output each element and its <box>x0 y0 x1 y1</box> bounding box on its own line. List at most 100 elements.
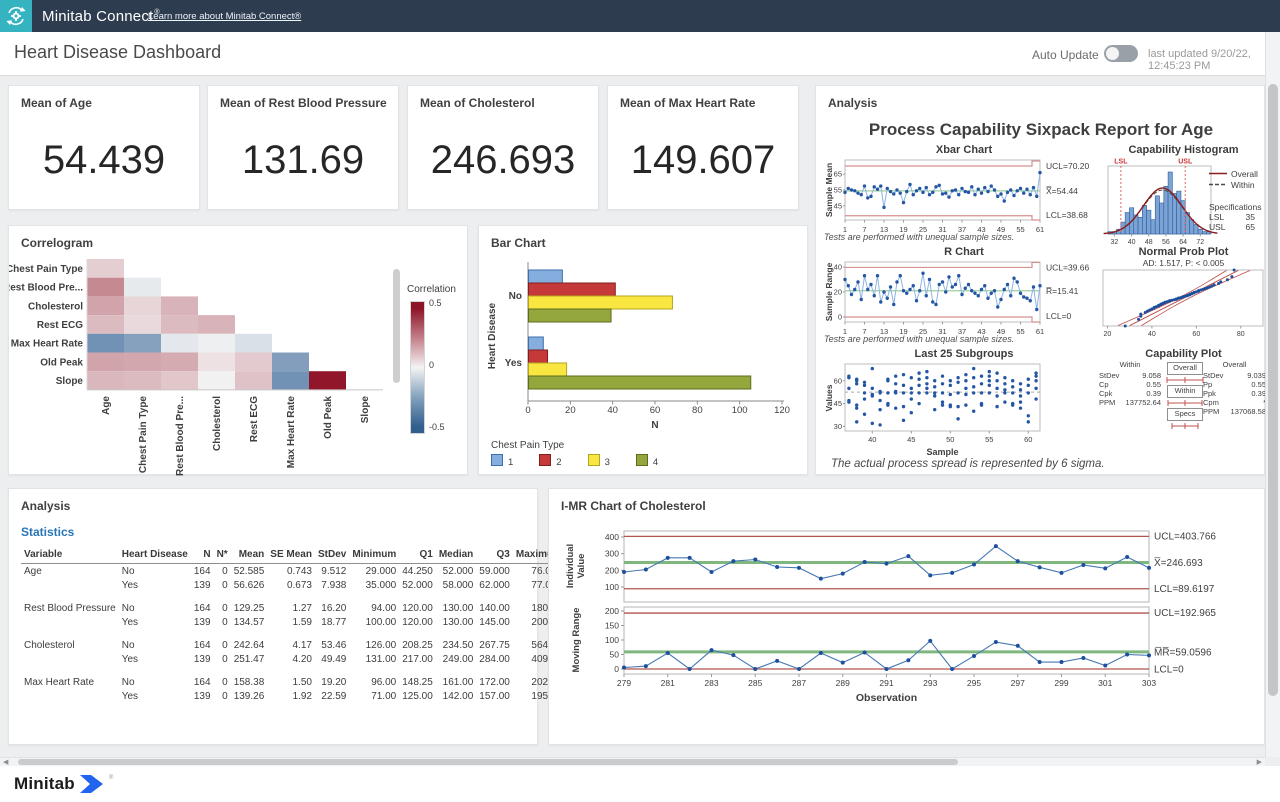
svg-text:Max Heart Rate: Max Heart Rate <box>11 339 84 350</box>
minitab-footer-logo: Minitab ® <box>14 774 113 794</box>
svg-text:Yes: Yes <box>505 358 523 369</box>
kpi-label: Mean of Cholesterol <box>420 96 535 110</box>
auto-update-label: Auto Update <box>1032 48 1099 62</box>
toggle-knob <box>1106 47 1119 60</box>
cap-strip: Overall Within Specs <box>1165 360 1205 431</box>
legend-within-label: Within <box>1231 180 1255 190</box>
svg-text:LSL: LSL <box>1114 159 1128 166</box>
colorbar-tick: -0.5 <box>429 422 445 432</box>
statistics-link: Statistics <box>21 525 74 539</box>
svg-text:Rest ECG: Rest ECG <box>249 396 260 442</box>
column-header: Minimum <box>349 547 399 564</box>
correlogram-scrollbar[interactable] <box>393 269 400 383</box>
svg-text:Slope: Slope <box>360 396 371 424</box>
horizontal-scrollbar-thumb[interactable] <box>18 759 958 765</box>
top-bar: Minitab Connect® Learn more about Minita… <box>0 0 1280 32</box>
svg-text:287: 287 <box>792 678 806 688</box>
svg-text:Values: Values <box>824 384 834 411</box>
svg-text:Sample Mean: Sample Mean <box>824 163 834 217</box>
svg-text:301: 301 <box>1098 678 1112 688</box>
colorbar-title: Correlation <box>407 284 456 295</box>
kpi-value: 149.607 <box>608 138 798 183</box>
auto-update-toggle[interactable] <box>1104 45 1138 62</box>
svg-text:Observation: Observation <box>856 692 917 704</box>
svg-text:100: 100 <box>732 405 748 416</box>
statistics-table: VariableHeart DiseaseNN*MeanSE MeanStDev… <box>21 547 527 703</box>
cap-stat-row: Cpm* <box>1203 398 1266 407</box>
svg-text:291: 291 <box>879 678 893 688</box>
cap-stat-row: PPM137752.64 <box>1099 398 1161 407</box>
svg-text:N: N <box>651 420 658 431</box>
table-row: Yes1390139.261.9222.5971.00125.00142.001… <box>21 689 565 703</box>
svg-text:UCL=403.766: UCL=403.766 <box>1154 531 1216 542</box>
legend-swatch <box>539 454 551 466</box>
table-row: Rest Blood PressureNo1640129.251.2716.20… <box>21 601 565 615</box>
svg-text:UCL=39.66: UCL=39.66 <box>1046 262 1090 272</box>
cap-stat-row: PPM137068.58 <box>1203 407 1266 416</box>
svg-text:300: 300 <box>605 549 619 559</box>
minitab-connect-logo[interactable] <box>0 0 32 32</box>
svg-text:64: 64 <box>1179 239 1187 246</box>
svg-text:299: 299 <box>1054 678 1068 688</box>
svg-text:295: 295 <box>967 678 981 688</box>
svg-text:0: 0 <box>525 405 530 416</box>
svg-text:45: 45 <box>834 201 842 210</box>
svg-text:Moving Range: Moving Range <box>571 608 582 673</box>
correlation-colorbar <box>410 301 425 434</box>
svg-text:400: 400 <box>605 532 619 542</box>
svg-text:120: 120 <box>774 405 790 416</box>
vertical-scrollbar-thumb[interactable] <box>1268 84 1278 696</box>
svg-text:32: 32 <box>1111 239 1119 246</box>
svg-text:60: 60 <box>1024 435 1032 444</box>
svg-text:UCL=192.965: UCL=192.965 <box>1154 608 1216 619</box>
vertical-scrollbar[interactable] <box>1265 32 1280 757</box>
kpi-card-mean-rest-bp: Mean of Rest Blood Pressure 131.69 <box>207 85 399 210</box>
svg-text:Rest ECG: Rest ECG <box>37 320 83 331</box>
learn-more-link[interactable]: Learn more about Minitab Connect® <box>148 0 301 32</box>
column-header: Q1 <box>399 547 436 564</box>
kpi-card-mean-cholesterol: Mean of Cholesterol 246.693 <box>407 85 599 210</box>
svg-text:Old Peak: Old Peak <box>40 357 83 368</box>
svg-text:40: 40 <box>607 405 618 416</box>
statistics-table: VariableHeart DiseaseNN*MeanSE MeanStDev… <box>21 547 565 703</box>
page-title: Heart Disease Dashboard <box>14 42 221 63</box>
svg-text:50: 50 <box>946 435 954 444</box>
legend-overall-label: Overall <box>1231 169 1258 179</box>
last25-chart: 3045604045505560SampleValues <box>824 358 1086 458</box>
svg-text:Slope: Slope <box>56 376 84 387</box>
xbar-chart-title: Xbar Chart <box>824 144 1104 156</box>
specifications-block: Specifications LSL35 USL65 <box>1209 202 1261 232</box>
legend-swatch <box>491 454 503 466</box>
svg-text:0: 0 <box>614 664 619 674</box>
statistics-panel: Analysis Statistics VariableHeart Diseas… <box>8 488 538 745</box>
legend-item: 3 <box>588 454 610 468</box>
svg-text:Cholesterol: Cholesterol <box>28 301 83 312</box>
svg-text:20: 20 <box>834 288 842 297</box>
table-row: Yes139056.6260.6737.93835.00052.00058.00… <box>21 578 565 592</box>
svg-text:40: 40 <box>868 435 876 444</box>
kpi-card-mean-max-hr: Mean of Max Heart Rate 149.607 <box>607 85 799 210</box>
svg-text:X̅=246.693: X̅=246.693 <box>1154 557 1203 569</box>
svg-text:USL: USL <box>1178 159 1193 166</box>
svg-text:56: 56 <box>1162 239 1170 246</box>
svg-text:65: 65 <box>834 170 842 179</box>
svg-text:200: 200 <box>605 606 619 616</box>
svg-text:72: 72 <box>1196 239 1204 246</box>
last-updated-text: last updated 9/20/22, 12:45:23 PM <box>1148 48 1280 72</box>
svg-text:80: 80 <box>692 405 703 416</box>
page-footer: Minitab ® <box>0 766 1280 802</box>
svg-text:Cholesterol: Cholesterol <box>212 396 223 451</box>
xbar-chart: 45556517131925313743495561Sample MeanUCL… <box>824 156 1106 242</box>
column-header: Q3 <box>476 547 513 564</box>
legend-swatch <box>636 454 648 466</box>
svg-text:100: 100 <box>605 635 619 645</box>
correlogram-title: Correlogram <box>21 236 93 250</box>
svg-text:Old Peak: Old Peak <box>323 396 334 439</box>
svg-text:Individual: Individual <box>565 544 576 588</box>
svg-text:40: 40 <box>834 263 842 272</box>
capability-histogram-title: Capability Histogram <box>1101 144 1266 156</box>
horizontal-scrollbar[interactable]: ◀ ▶ <box>0 757 1265 766</box>
cap-stat-row: StDev9.039 <box>1203 371 1266 380</box>
svg-text:293: 293 <box>923 678 937 688</box>
sixsigma-note: The actual process spread is represented… <box>831 458 1105 470</box>
